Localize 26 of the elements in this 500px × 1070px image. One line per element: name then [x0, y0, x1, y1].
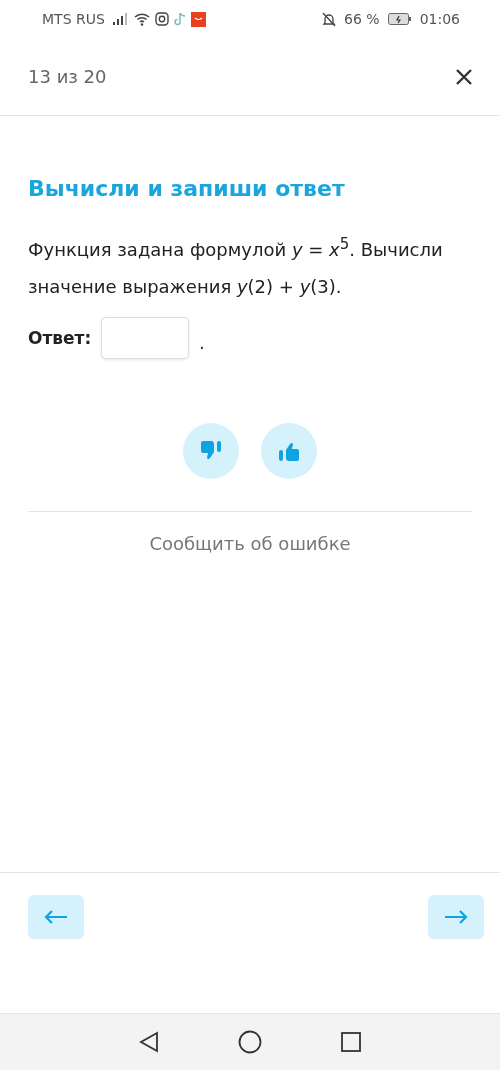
- report-error-link[interactable]: Сообщить об ошибке: [143, 532, 357, 555]
- home-icon[interactable]: [238, 1030, 262, 1054]
- carrier-name: MTS RUS: [42, 11, 105, 27]
- back-icon[interactable]: [139, 1031, 160, 1053]
- wifi-icon: [133, 12, 150, 26]
- answer-suffix: .: [199, 333, 205, 355]
- clock-time: 01:06: [419, 11, 460, 27]
- left-arrow-icon: [44, 909, 68, 925]
- close-icon: [456, 68, 472, 85]
- battery-percent: 66 %: [344, 11, 380, 27]
- signal-icon: [112, 13, 129, 25]
- previous-button[interactable]: [28, 895, 84, 939]
- task-title: Вычисли и запиши ответ: [28, 176, 346, 201]
- app-icon: [190, 11, 206, 27]
- like-button[interactable]: [261, 423, 317, 479]
- right-arrow-icon: [444, 909, 468, 925]
- answer-field[interactable]: [101, 317, 190, 359]
- camera-icon: [154, 12, 169, 26]
- next-button[interactable]: [428, 895, 484, 939]
- answer-label: Ответ:: [28, 328, 92, 348]
- battery-icon: [387, 13, 412, 25]
- note-icon: [173, 12, 186, 26]
- recents-icon[interactable]: [340, 1032, 361, 1052]
- bell-muted-icon: [322, 11, 337, 27]
- task-text: Функция задана формулой y = x$^{5}$. Вычисли значение выражения y(2) + y(3).: [28, 234, 444, 299]
- dislike-button[interactable]: [183, 423, 239, 479]
